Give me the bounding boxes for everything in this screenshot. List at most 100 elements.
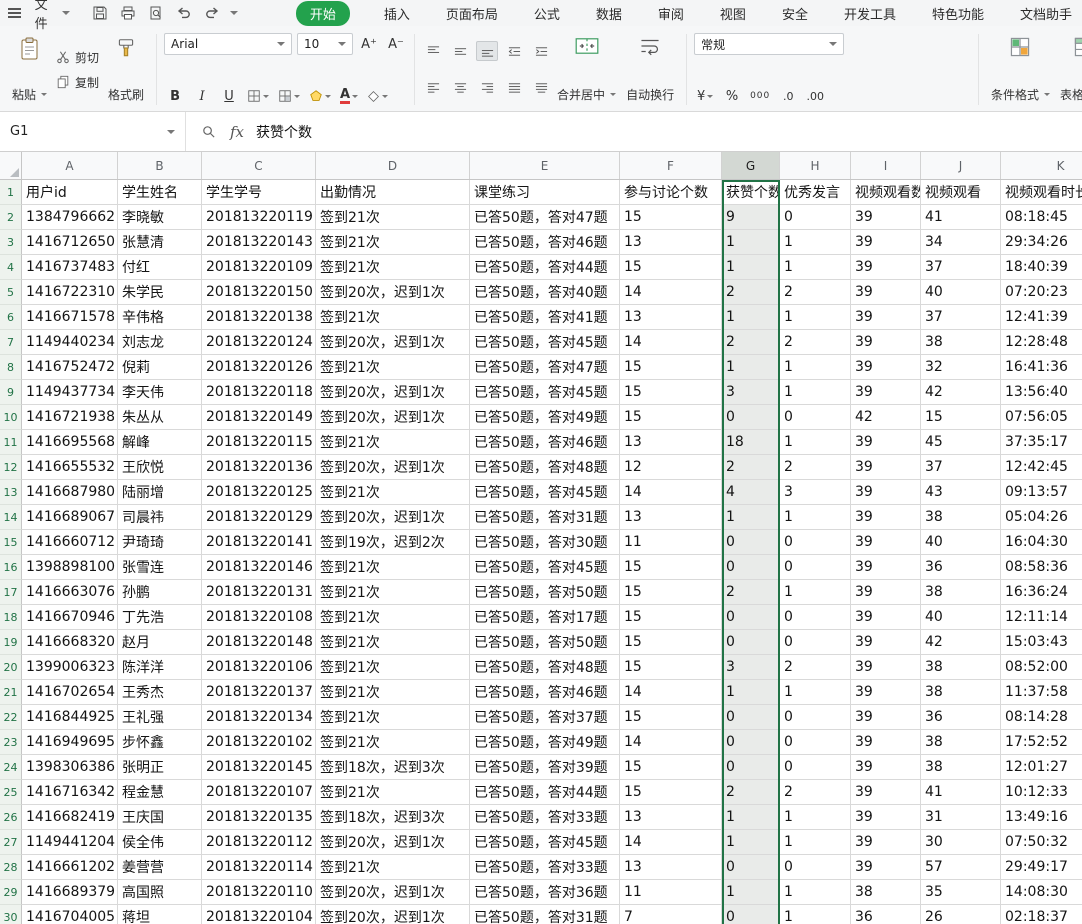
cell-J11[interactable]: 45 xyxy=(921,430,1001,455)
cell-C24[interactable]: 201813220145 xyxy=(202,755,316,780)
cell-A16[interactable]: 1398898100 xyxy=(22,555,118,580)
tab-视图[interactable]: 视图 xyxy=(718,1,748,26)
table-style-button[interactable]: 表格样式 xyxy=(1055,33,1082,106)
cell-G14[interactable]: 1 xyxy=(722,505,780,530)
cell-J15[interactable]: 40 xyxy=(921,530,1001,555)
cell-B18[interactable]: 丁先浩 xyxy=(118,605,202,630)
cell-C9[interactable]: 201813220118 xyxy=(202,380,316,405)
number-format-select[interactable]: 常规 xyxy=(694,33,844,55)
cell-H13[interactable]: 3 xyxy=(780,480,851,505)
cell-G13[interactable]: 4 xyxy=(722,480,780,505)
cell-D5[interactable]: 签到20次，迟到1次 xyxy=(316,280,470,305)
column-header-B[interactable]: B xyxy=(118,152,202,179)
cell-A28[interactable]: 1416661202 xyxy=(22,855,118,880)
cell-F19[interactable]: 15 xyxy=(620,630,722,655)
cell-H17[interactable]: 1 xyxy=(780,580,851,605)
cell-F13[interactable]: 14 xyxy=(620,480,722,505)
cell-A3[interactable]: 1416712650 xyxy=(22,230,118,255)
cell-D28[interactable]: 签到21次 xyxy=(316,855,470,880)
cell-D26[interactable]: 签到18次，迟到3次 xyxy=(316,805,470,830)
cell-H10[interactable]: 0 xyxy=(780,405,851,430)
cell-J19[interactable]: 42 xyxy=(921,630,1001,655)
cell-H4[interactable]: 1 xyxy=(780,255,851,280)
cell-F4[interactable]: 15 xyxy=(620,255,722,280)
row-header-20[interactable]: 20 xyxy=(0,655,22,680)
cell-D15[interactable]: 签到19次，迟到2次 xyxy=(316,530,470,555)
cell-B27[interactable]: 侯全伟 xyxy=(118,830,202,855)
cell-K27[interactable]: 07:50:32 xyxy=(1001,830,1082,855)
cell-C21[interactable]: 201813220137 xyxy=(202,680,316,705)
cell-A4[interactable]: 1416737483 xyxy=(22,255,118,280)
cell-I16[interactable]: 39 xyxy=(851,555,921,580)
cell-I9[interactable]: 39 xyxy=(851,380,921,405)
cell-A30[interactable]: 1416704005 xyxy=(22,905,118,924)
cell-I27[interactable]: 39 xyxy=(851,830,921,855)
cell-C14[interactable]: 201813220129 xyxy=(202,505,316,530)
font-size-select[interactable]: 10 xyxy=(297,33,353,55)
cell-K4[interactable]: 18:40:39 xyxy=(1001,255,1082,280)
cell-F26[interactable]: 13 xyxy=(620,805,722,830)
fill-color-button[interactable] xyxy=(276,86,302,106)
name-box[interactable]: G1 xyxy=(0,112,186,151)
column-header-K[interactable]: K xyxy=(1001,152,1082,179)
cell-J30[interactable]: 26 xyxy=(921,905,1001,924)
cell-B16[interactable]: 张雪连 xyxy=(118,555,202,580)
cell-K3[interactable]: 29:34:26 xyxy=(1001,230,1082,255)
cell-E18[interactable]: 已答50题，答对17题 xyxy=(470,605,620,630)
cell-F5[interactable]: 14 xyxy=(620,280,722,305)
cell-H7[interactable]: 2 xyxy=(780,330,851,355)
cell-I15[interactable]: 39 xyxy=(851,530,921,555)
select-all-corner[interactable] xyxy=(0,152,22,179)
cell-H28[interactable]: 0 xyxy=(780,855,851,880)
row-header-29[interactable]: 29 xyxy=(0,880,22,905)
cell-C7[interactable]: 201813220124 xyxy=(202,330,316,355)
cell-D22[interactable]: 签到21次 xyxy=(316,705,470,730)
cell-G1[interactable]: 获赞个数 xyxy=(722,180,780,205)
cell-D13[interactable]: 签到21次 xyxy=(316,480,470,505)
italic-button[interactable]: I xyxy=(191,86,213,106)
column-header-J[interactable]: J xyxy=(921,152,1001,179)
cell-K15[interactable]: 16:04:30 xyxy=(1001,530,1082,555)
cell-C13[interactable]: 201813220125 xyxy=(202,480,316,505)
cell-K20[interactable]: 08:52:00 xyxy=(1001,655,1082,680)
cell-C4[interactable]: 201813220109 xyxy=(202,255,316,280)
cell-I4[interactable]: 39 xyxy=(851,255,921,280)
cell-J7[interactable]: 38 xyxy=(921,330,1001,355)
cell-G10[interactable]: 0 xyxy=(722,405,780,430)
cell-A5[interactable]: 1416722310 xyxy=(22,280,118,305)
cell-K9[interactable]: 13:56:40 xyxy=(1001,380,1082,405)
tab-公式[interactable]: 公式 xyxy=(532,1,562,26)
cell-I30[interactable]: 36 xyxy=(851,905,921,924)
cell-H19[interactable]: 0 xyxy=(780,630,851,655)
cell-F24[interactable]: 15 xyxy=(620,755,722,780)
cell-H30[interactable]: 1 xyxy=(780,905,851,924)
cell-I7[interactable]: 39 xyxy=(851,330,921,355)
row-header-30[interactable]: 30 xyxy=(0,905,22,924)
cell-J18[interactable]: 40 xyxy=(921,605,1001,630)
cell-K13[interactable]: 09:13:57 xyxy=(1001,480,1082,505)
print-icon[interactable] xyxy=(118,4,138,22)
cell-B28[interactable]: 姜营营 xyxy=(118,855,202,880)
cell-J5[interactable]: 40 xyxy=(921,280,1001,305)
cell-E17[interactable]: 已答50题，答对50题 xyxy=(470,580,620,605)
cell-I28[interactable]: 39 xyxy=(851,855,921,880)
cell-K19[interactable]: 15:03:43 xyxy=(1001,630,1082,655)
row-header-6[interactable]: 6 xyxy=(0,305,22,330)
row-header-16[interactable]: 16 xyxy=(0,555,22,580)
row-header-19[interactable]: 19 xyxy=(0,630,22,655)
cell-C27[interactable]: 201813220112 xyxy=(202,830,316,855)
cell-F29[interactable]: 11 xyxy=(620,880,722,905)
cell-G16[interactable]: 0 xyxy=(722,555,780,580)
cell-H16[interactable]: 0 xyxy=(780,555,851,580)
cell-D9[interactable]: 签到20次，迟到1次 xyxy=(316,380,470,405)
print-preview-icon[interactable] xyxy=(146,4,166,22)
cell-F18[interactable]: 15 xyxy=(620,605,722,630)
column-header-I[interactable]: I xyxy=(851,152,921,179)
cell-G19[interactable]: 0 xyxy=(722,630,780,655)
wrap-text-button[interactable]: 自动换行 xyxy=(621,33,679,106)
cell-D25[interactable]: 签到21次 xyxy=(316,780,470,805)
row-header-21[interactable]: 21 xyxy=(0,680,22,705)
row-header-12[interactable]: 12 xyxy=(0,455,22,480)
cell-K26[interactable]: 13:49:16 xyxy=(1001,805,1082,830)
cell-A12[interactable]: 1416655532 xyxy=(22,455,118,480)
